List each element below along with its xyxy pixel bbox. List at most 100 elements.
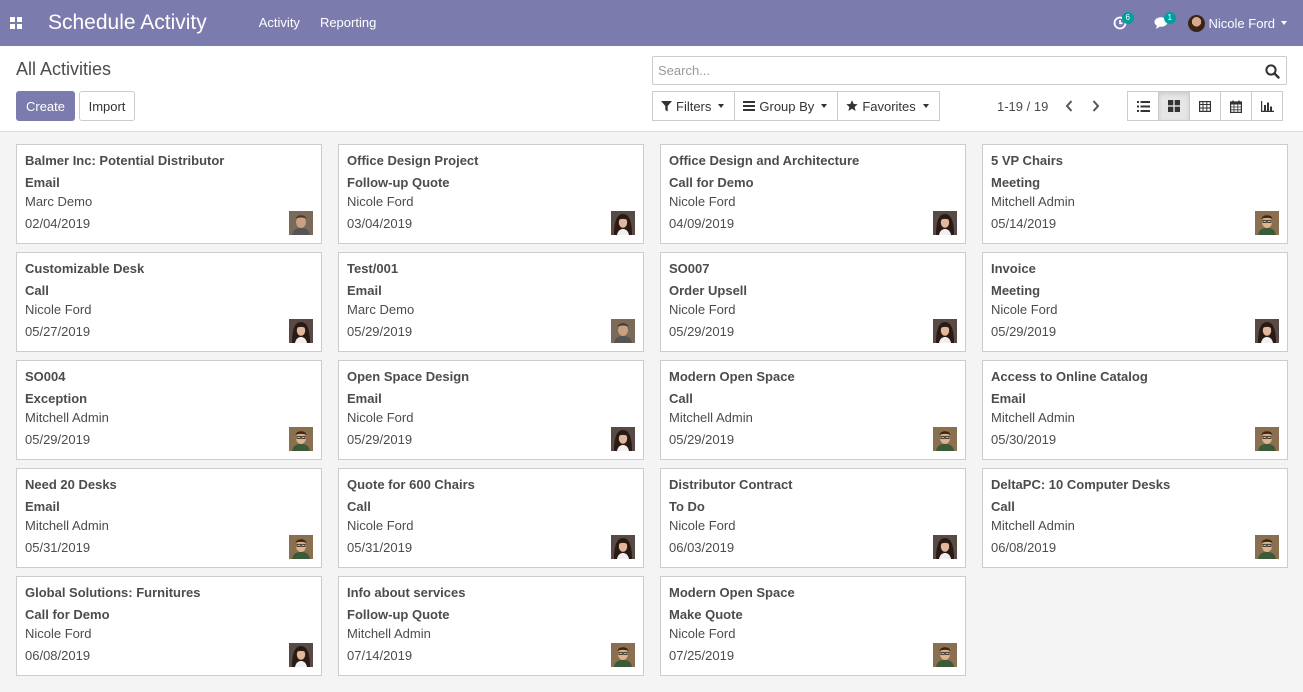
activity-title: Access to Online Catalog	[991, 369, 1148, 384]
activity-card[interactable]: Office Design Project Follow-up Quote Nico…	[338, 144, 644, 244]
activity-type: Make Quote	[669, 607, 743, 622]
groupby-dropdown[interactable]: Group By	[734, 91, 839, 121]
user-avatar[interactable]	[933, 427, 957, 451]
activity-card[interactable]: Invoice Meeting Nicole Ford 05/29/2019	[982, 252, 1288, 352]
activity-card[interactable]: Access to Online Catalog Email Mitchell Ad…	[982, 360, 1288, 460]
menu-activity[interactable]: Activity	[249, 0, 310, 46]
apps-menu-icon[interactable]	[0, 0, 32, 46]
star-icon	[846, 100, 859, 112]
activity-title: Global Solutions: Furnitures	[25, 585, 201, 600]
user-avatar[interactable]	[289, 427, 313, 451]
user-avatar[interactable]	[611, 643, 635, 667]
user-avatar[interactable]	[611, 427, 635, 451]
activity-card[interactable]: SO007 Order Upsell Nicole Ford 05/29/2019	[660, 252, 966, 352]
activity-card[interactable]: Info about services Follow-up Quote Mitche…	[338, 576, 644, 676]
user-avatar[interactable]	[289, 211, 313, 235]
activity-systray-button[interactable]: 6	[1104, 0, 1136, 46]
activity-card[interactable]: Balmer Inc: Potential Distributor Email Ma…	[16, 144, 322, 244]
activity-user: Marc Demo	[347, 302, 415, 317]
activity-card[interactable]: Modern Open Space Call Mitchell Admin 05/29…	[660, 360, 966, 460]
activity-type: Call	[991, 499, 1015, 514]
kanban-view: Balmer Inc: Potential Distributor Email Ma…	[16, 144, 1288, 676]
user-avatar[interactable]	[289, 319, 313, 343]
chevron-down-icon	[718, 104, 725, 108]
activity-title: DeltaPC: 10 Computer Desks	[991, 477, 1171, 492]
activity-user: Marc Demo	[25, 194, 93, 209]
pivot-view-button[interactable]	[1189, 91, 1221, 121]
pager-value[interactable]: 1-19 / 19	[997, 99, 1048, 114]
user-avatar[interactable]	[1255, 211, 1279, 235]
activity-card[interactable]: Open Space Design Email Nicole Ford 05/29/2…	[338, 360, 644, 460]
activity-title: 5 VP Chairs	[991, 153, 1064, 168]
user-avatar[interactable]	[933, 535, 957, 559]
activity-type: Call	[25, 283, 49, 298]
user-avatar[interactable]	[1255, 535, 1279, 559]
activity-date: 05/29/2019	[991, 324, 1057, 339]
activity-card[interactable]: 5 VP Chairs Meeting Mitchell Admin 05/14/20…	[982, 144, 1288, 244]
activity-title: Open Space Design	[347, 369, 470, 384]
menu-reporting[interactable]: Reporting	[310, 0, 386, 46]
activity-type: Follow-up Quote	[347, 607, 450, 622]
user-avatar[interactable]	[611, 319, 635, 343]
activity-card[interactable]: Modern Open Space Make Quote Nicole Ford 07…	[660, 576, 966, 676]
activity-date: 05/27/2019	[25, 324, 91, 339]
pager-next-button[interactable]	[1088, 99, 1104, 113]
pager-previous-button[interactable]	[1061, 99, 1077, 113]
activity-date: 06/08/2019	[25, 648, 91, 663]
list-icon	[1136, 100, 1150, 112]
kanban-view-button[interactable]	[1158, 91, 1190, 121]
activity-card[interactable]: Quote for 600 Chairs Call Nicole Ford 05/31…	[338, 468, 644, 568]
activity-title: Modern Open Space	[669, 585, 795, 600]
activity-type: Order Upsell	[669, 283, 748, 298]
breadcrumb: All Activities	[16, 59, 112, 79]
activity-card[interactable]: SO004 Exception Mitchell Admin 05/29/2019	[16, 360, 322, 460]
calendar-view-button[interactable]	[1220, 91, 1252, 121]
chevron-down-icon	[821, 104, 828, 108]
activity-title: Info about services	[347, 585, 466, 600]
activity-card[interactable]: Global Solutions: Furnitures Call for Dem…	[16, 576, 322, 676]
user-avatar[interactable]	[611, 535, 635, 559]
user-avatar[interactable]	[933, 211, 957, 235]
activity-date: 04/09/2019	[669, 216, 735, 231]
graph-view-button[interactable]	[1251, 91, 1283, 121]
activity-user: Mitchell Admin	[991, 518, 1075, 533]
activity-date: 05/30/2019	[991, 432, 1057, 447]
user-avatar	[1187, 14, 1205, 32]
user-menu[interactable]: Nicole Ford	[1187, 14, 1287, 32]
main-navbar: Schedule Activity Activity Reporting 6 1…	[0, 0, 1303, 46]
search-icon[interactable]	[1265, 64, 1280, 79]
favorites-dropdown[interactable]: Favorites	[837, 91, 940, 121]
filter-icon	[661, 100, 672, 112]
messages-count-badge: 1	[1163, 12, 1176, 24]
activity-user: Mitchell Admin	[669, 410, 753, 425]
user-avatar[interactable]	[1255, 427, 1279, 451]
activity-title: Balmer Inc: Potential Distributor	[25, 153, 225, 168]
user-avatar[interactable]	[289, 535, 313, 559]
activity-date: 06/08/2019	[991, 540, 1057, 555]
filters-dropdown[interactable]: Filters	[652, 91, 736, 121]
activity-card[interactable]: Customizable Desk Call Nicole Ford 05/27/20…	[16, 252, 322, 352]
activity-card[interactable]: Office Design and Architecture Call for D…	[660, 144, 966, 244]
activity-type: Email	[25, 499, 60, 514]
user-avatar[interactable]	[933, 643, 957, 667]
list-view-button[interactable]	[1127, 91, 1159, 121]
activity-card[interactable]: Distributor Contract To Do Nicole Ford 06/0…	[660, 468, 966, 568]
user-avatar[interactable]	[289, 643, 313, 667]
user-avatar[interactable]	[1255, 319, 1279, 343]
favorites-label: Favorites	[862, 98, 916, 114]
create-button[interactable]: Create	[16, 91, 75, 121]
import-button[interactable]: Import	[79, 91, 135, 121]
activity-card[interactable]: Need 20 Desks Email Mitchell Admin 05/31/20…	[16, 468, 322, 568]
user-avatar[interactable]	[933, 319, 957, 343]
messaging-systray-button[interactable]: 1	[1146, 0, 1178, 46]
activity-user: Nicole Ford	[25, 626, 92, 641]
user-avatar[interactable]	[611, 211, 635, 235]
user-name: Nicole Ford	[1208, 15, 1275, 31]
activity-card[interactable]: DeltaPC: 10 Computer Desks Call Mitchell A…	[982, 468, 1288, 568]
activity-title: Test/001	[347, 261, 399, 276]
activity-card[interactable]: Test/001 Email Marc Demo 05/29/2019	[338, 252, 644, 352]
activity-type: Exception	[25, 391, 88, 406]
search-input[interactable]	[653, 57, 1253, 84]
activity-type: Call	[347, 499, 371, 514]
activity-title: Need 20 Desks	[25, 477, 117, 492]
